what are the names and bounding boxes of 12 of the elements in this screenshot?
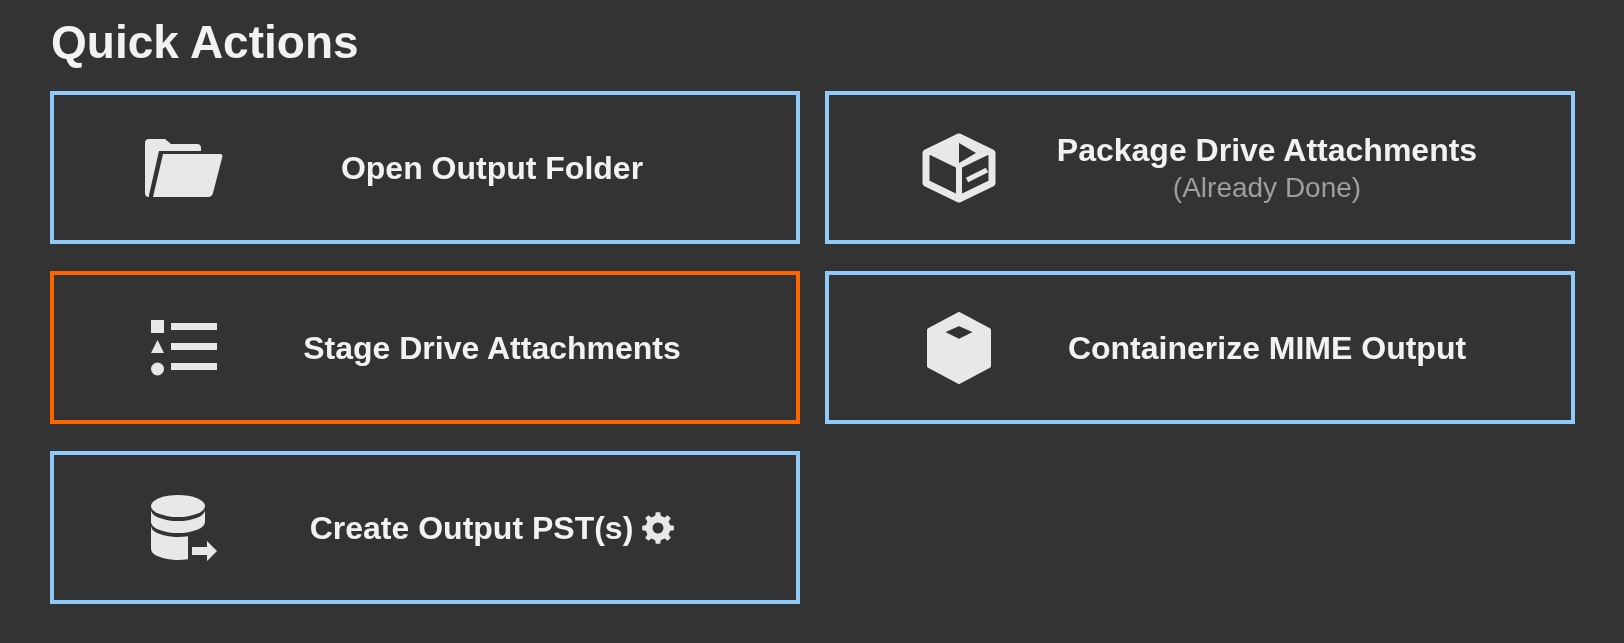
- action-button[interactable]: Containerize MIME Output: [825, 271, 1575, 424]
- list-icon: [151, 319, 217, 376]
- cube-icon: [927, 311, 991, 384]
- section-title: Quick Actions: [51, 16, 359, 68]
- status-note: (Already Done): [1172, 170, 1362, 205]
- action-button[interactable]: Stage Drive Attachments: [50, 271, 800, 424]
- database-export-icon: [150, 494, 218, 561]
- action-button[interactable]: Package Drive Attachments (Already Done): [825, 91, 1575, 244]
- open-box-icon: [922, 132, 996, 203]
- action-button[interactable]: Create Output PST(s): [50, 451, 800, 604]
- action-button[interactable]: Open Output Folder: [50, 91, 800, 244]
- folder-icon: [145, 138, 223, 197]
